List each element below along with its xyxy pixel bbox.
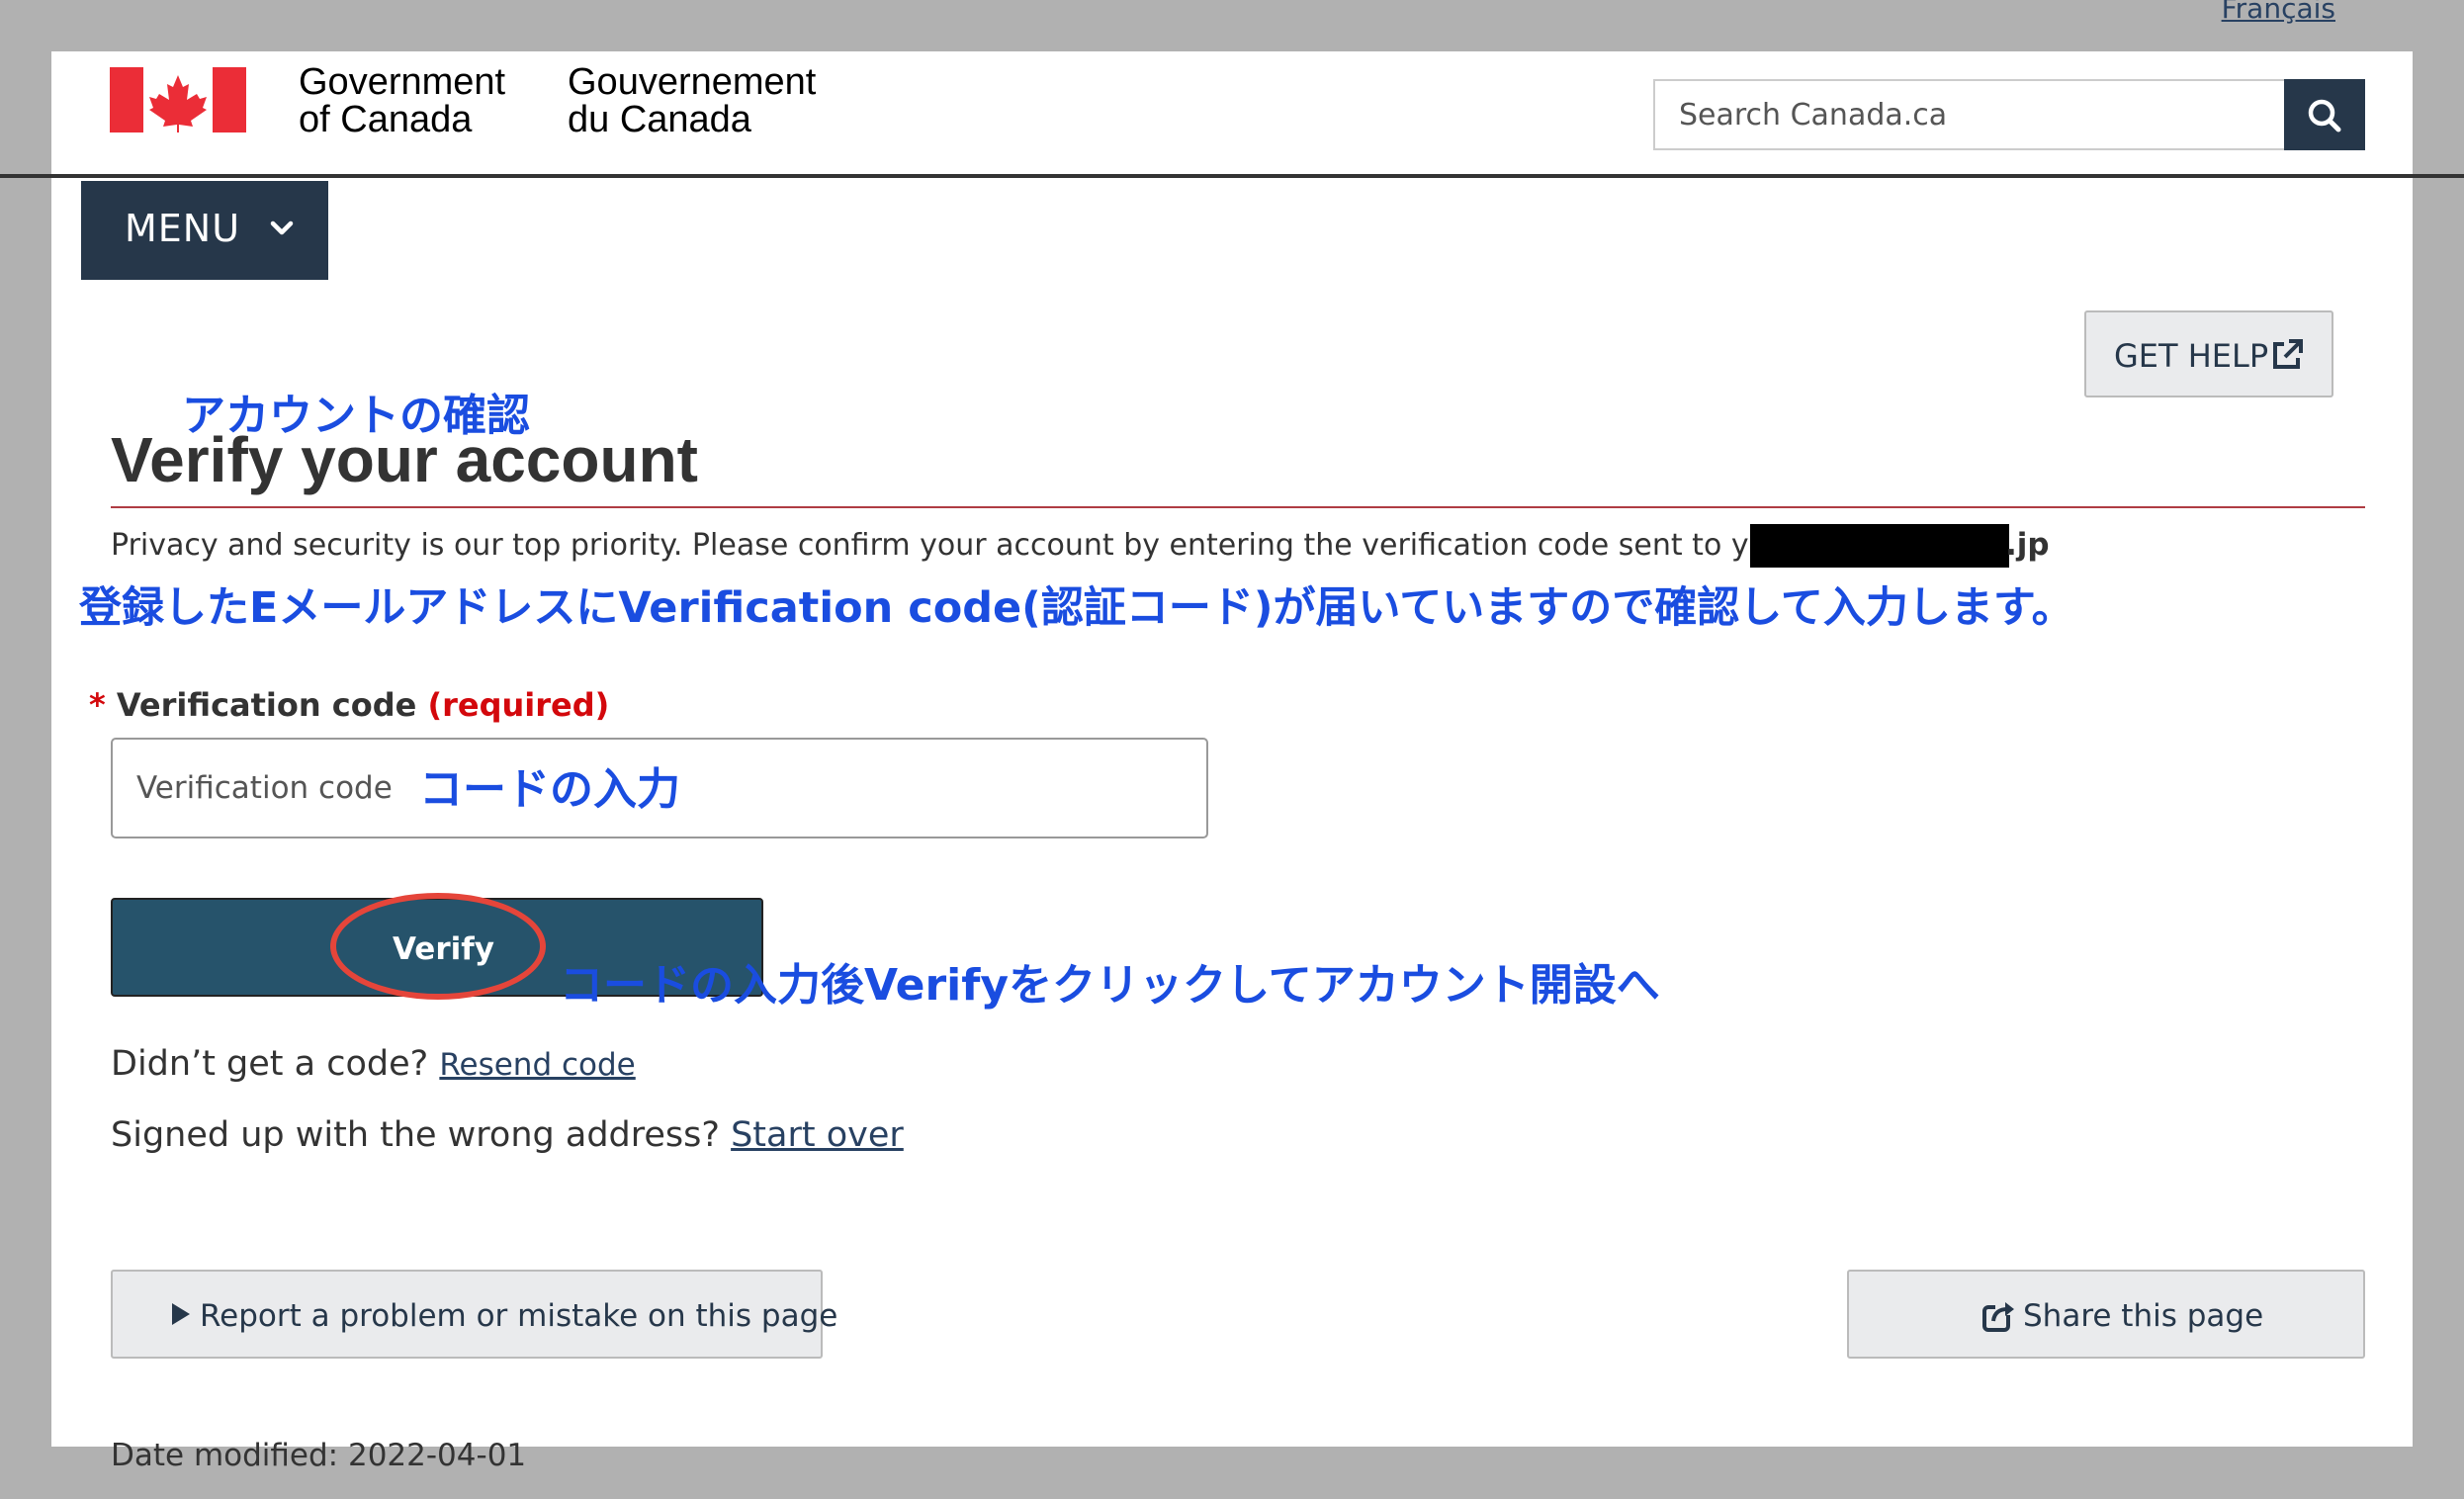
title-underline <box>111 506 2365 508</box>
annotation-email-ja: 登録したEメールアドレスにVerification code(認証コード)が届い… <box>79 583 2074 633</box>
menu-label: MENU <box>125 207 241 250</box>
signature-french: Gouvernement du Canada <box>568 61 817 140</box>
resend-prompt: Didn’t get a code? <box>111 1044 429 1084</box>
search-button[interactable] <box>2284 79 2365 150</box>
menu-button[interactable]: MENU <box>81 181 328 280</box>
start-over-link[interactable]: Start over <box>731 1115 904 1155</box>
report-problem-label: Report a problem or mistake on this page <box>200 1298 838 1334</box>
verification-code-label: * Verification code (required) <box>89 686 609 724</box>
annotation-highlight-circle <box>330 893 546 1000</box>
required-marker: * <box>89 686 106 724</box>
resend-line: Didn’t get a code? Resend code <box>111 1044 636 1084</box>
start-over-line: Signed up with the wrong address? Start … <box>111 1115 904 1155</box>
required-text: (required) <box>427 686 610 724</box>
annotation-verify-ja: コードの入力後Verifyをクリックしてアカウント開設へ <box>560 960 1660 1011</box>
canada-flag-logo <box>110 67 246 132</box>
get-help-label: GET HELP <box>2114 337 2269 375</box>
page-title: Verify your account <box>111 424 698 495</box>
share-page-label: Share this page <box>2023 1298 2264 1334</box>
triangle-right-icon <box>172 1303 190 1325</box>
share-icon <box>1982 1302 2014 1332</box>
search-icon <box>2308 99 2341 132</box>
report-problem-button[interactable]: Report a problem or mistake on this page <box>111 1270 837 1359</box>
wrong-address-prompt: Signed up with the wrong address? <box>111 1115 720 1155</box>
date-modified: Date modified: 2022-04-01 <box>111 1438 527 1473</box>
search-input[interactable] <box>1655 81 2286 148</box>
field-label: Verification code <box>116 686 417 724</box>
resend-code-link[interactable]: Resend code <box>439 1047 635 1083</box>
share-page-button[interactable]: Share this page <box>1847 1270 2365 1359</box>
get-help-button[interactable]: GET HELP <box>2084 310 2333 397</box>
language-toggle-link[interactable]: Français <box>2222 0 2335 25</box>
external-link-icon <box>2273 339 2303 369</box>
signature-english: Government of Canada <box>299 61 506 140</box>
privacy-text: Privacy and security is our top priority… <box>111 528 1890 563</box>
email-suffix: .jp <box>2005 527 2050 563</box>
annotation-code-ja: コードの入力 <box>419 764 680 815</box>
chevron-down-icon <box>270 220 294 235</box>
header-divider <box>0 174 2464 178</box>
redacted-email <box>1750 524 2009 568</box>
search-box <box>1653 79 2365 150</box>
verification-code-input[interactable] <box>113 740 409 837</box>
